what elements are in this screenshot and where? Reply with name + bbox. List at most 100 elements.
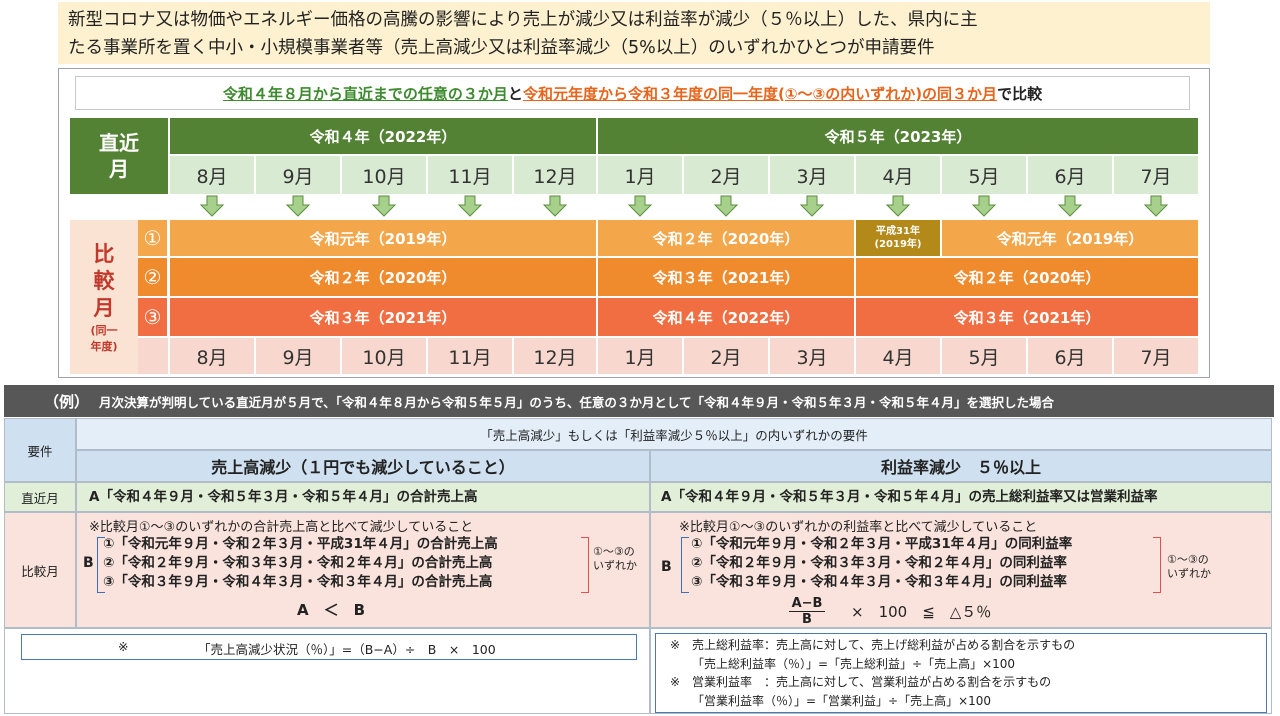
- bottom-month-cell: 7月: [1114, 338, 1198, 374]
- compare-label-char: 月: [93, 295, 115, 320]
- recent-label-2: 月: [109, 157, 129, 181]
- compare-month-label: 比 較 月 (同一 年度): [70, 220, 138, 374]
- row3-period-a: 令和３年（2021年）: [170, 298, 596, 336]
- right-footer-box: ※ 売上総利益率：売上高に対して、売上げ総利益が占める割合を示すもの 「売上総利…: [655, 633, 1267, 713]
- bottom-month-cell: 5月: [942, 338, 1026, 374]
- left-footer-mark: ※: [118, 639, 129, 654]
- recent-label-1: 直近: [99, 131, 139, 155]
- left-header: 売上高減少（１円でも減少していること）: [76, 450, 650, 482]
- row3-period-b: 令和４年（2022年）: [598, 298, 854, 336]
- down-arrows: [199, 195, 1169, 217]
- month-cell: 12月: [514, 156, 596, 194]
- row1-period-c-line2: (2019年): [874, 239, 922, 250]
- intro-line-1: 新型コロナ又は物価やエネルギー価格の高騰の影響により売上が減少又は利益率が減少（…: [68, 10, 978, 30]
- bottom-month-cell: 1月: [598, 338, 682, 374]
- right-compare-item: ①「令和元年９月・令和２年３月・平成31年４月」の同利益率: [691, 536, 1073, 552]
- right-compare-cell: ※比較月①～③のいずれかの利益率と比べて減少していること B ①「令和元年９月・…: [650, 512, 1272, 628]
- right-bracket-open: [681, 537, 689, 593]
- down-arrow-icon: [285, 195, 311, 217]
- compare-label-sub: (同一: [90, 323, 118, 337]
- down-arrow-icon: [1057, 195, 1083, 217]
- left-compare-item: ②「令和２年９月・令和３年３月・令和２年４月」の合計売上高: [103, 555, 493, 571]
- right-header: 利益率減少 ５％以上: [650, 450, 1272, 482]
- right-side-note: ①～③の いずれか: [1167, 553, 1211, 581]
- right-side-note-2: いずれか: [1167, 567, 1211, 580]
- row1-period-b: 令和２年（2020年）: [598, 220, 854, 256]
- bottom-month-cell: 8月: [170, 338, 254, 374]
- fraction-numerator: A−B: [788, 596, 826, 612]
- down-arrow-icon: [713, 195, 739, 217]
- row3-period-c: 令和３年（2021年）: [856, 298, 1198, 336]
- option-1-marker: ①: [138, 220, 168, 256]
- example-label: （例）: [44, 392, 90, 411]
- right-side-note-1: ①～③の: [1167, 553, 1209, 566]
- month-cell: 6月: [1028, 156, 1112, 194]
- left-footer-formula: 「売上高減少状況（％）」=（B−A）÷ B × 100: [198, 642, 496, 657]
- row1-period-a: 令和元年（2019年）: [170, 220, 596, 256]
- left-bracket-close: [581, 537, 589, 593]
- compare-label-sub: 年度): [90, 339, 118, 353]
- down-arrow-icon: [457, 195, 483, 217]
- row1-period-c-line1: 平成31年: [876, 226, 920, 237]
- row1-period-c: 平成31年 (2019年): [856, 220, 940, 256]
- intro-banner: 新型コロナ又は物価やエネルギー価格の高騰の影響により売上が減少又は利益率が減少（…: [58, 2, 1210, 64]
- comparison-connector: と: [507, 84, 523, 103]
- option-2-marker: ②: [138, 258, 168, 296]
- left-recent: A「令和４年９月・令和５年３月・令和５年４月」の合計売上高: [76, 482, 650, 512]
- compare-row-label: 比較月: [4, 512, 76, 628]
- left-footer-box: ※ 「売上高減少状況（％）」=（B−A）÷ B × 100: [21, 634, 637, 660]
- option-3-marker: ③: [138, 298, 168, 336]
- down-arrow-icon: [885, 195, 911, 217]
- right-compare-item: ②「令和２年９月・令和３年３月・令和２年４月」の同利益率: [691, 555, 1067, 571]
- bottom-month-cell: 4月: [856, 338, 940, 374]
- right-compare-item: ③「令和３年９月・令和４年３月・令和３年４月」の同利益率: [691, 574, 1067, 590]
- down-arrow-icon: [199, 195, 225, 217]
- right-footer-line: 「営業利益率（％）」=「営業利益」÷「売上高」×100: [692, 693, 992, 708]
- right-b-label: B: [661, 559, 672, 575]
- right-footer-line: ※ 営業利益率 ：売上高に対して、営業利益が占める割合を示すもの: [670, 675, 1052, 689]
- month-cell: 11月: [428, 156, 512, 194]
- right-footer-line: 「売上総利益率（％）」=「売上総利益」÷「売上高」×100: [692, 656, 1016, 671]
- right-recent: A「令和４年９月・令和５年３月・令和５年４月」の売上総利益率又は営業利益率: [650, 482, 1272, 512]
- down-arrow-icon: [799, 195, 825, 217]
- recent-row-label: 直近月: [4, 482, 76, 512]
- down-arrow-icon: [371, 195, 397, 217]
- comparison-base-text: 令和元年度から令和３年度の同一年度(①～③の内いずれか)の同３か月: [522, 84, 998, 103]
- left-compare-item: ①「令和元年９月・令和２年３月・平成31年４月」の合計売上高: [103, 536, 498, 552]
- comparison-suffix: で比較: [997, 84, 1043, 103]
- left-compare-item: ③「令和３年９月・令和４年３月・令和３年４月」の合計売上高: [103, 574, 493, 590]
- right-footer-cell: ※ 売上総利益率：売上高に対して、売上げ総利益が占める割合を示すもの 「売上総利…: [650, 628, 1272, 714]
- example-text: 月次決算が判明している直近月が５月で、「令和４年８月から令和５年５月」のうち、任…: [99, 394, 1055, 410]
- left-footer-cell: ※ 「売上高減少状況（％）」=（B−A）÷ B × 100: [4, 628, 650, 714]
- month-cell: 8月: [170, 156, 254, 194]
- intro-line-2: たる事業所を置く中小・小規模事業者等（売上高減少又は利益率減少（5%以上）のいず…: [68, 38, 935, 58]
- bottom-month-cell: 3月: [770, 338, 854, 374]
- req-header: 「売上高減少」もしくは「利益率減少５％以上」の内いずれかの要件: [76, 418, 1272, 450]
- year-2022-header: 令和４年（2022年）: [170, 118, 596, 154]
- left-compare-note: ※比較月①～③のいずれかの合計売上高と比べて減少していること: [89, 520, 474, 535]
- bottom-month-cell: 2月: [684, 338, 768, 374]
- comparison-recent-text: 令和４年８月から直近までの任意の３か月: [222, 84, 508, 103]
- compare-label-char: 比: [93, 241, 115, 266]
- down-arrow-icon: [542, 195, 568, 217]
- example-bar: （例） 月次決算が判明している直近月が５月で、「令和４年８月から令和５年５月」の…: [4, 385, 1274, 417]
- bottom-month-spacer: [138, 338, 168, 374]
- month-cell: 7月: [1114, 156, 1198, 194]
- month-cell: 5月: [942, 156, 1026, 194]
- month-cell: 4月: [856, 156, 940, 194]
- row2-period-c: 令和２年（2020年）: [856, 258, 1198, 296]
- right-formula: × 100 ≦ △５％: [851, 603, 992, 621]
- left-compare-cell: ※比較月①～③のいずれかの合計売上高と比べて減少していること B ①「令和元年９…: [76, 512, 650, 628]
- bottom-month-cell: 9月: [256, 338, 340, 374]
- bottom-month-cell: 12月: [514, 338, 596, 374]
- left-b-label: B: [83, 555, 94, 571]
- right-fraction: A−B B: [785, 596, 829, 627]
- left-side-note-1: ①～③の: [593, 545, 635, 558]
- bottom-month-cell: 6月: [1028, 338, 1112, 374]
- down-arrow-icon: [627, 195, 653, 217]
- comparison-title: 令和４年８月から直近までの任意の３か月 と 令和元年度から令和３年度の同一年度(…: [75, 76, 1190, 110]
- month-cell: 9月: [256, 156, 340, 194]
- req-label: 要件: [4, 418, 76, 482]
- right-compare-note: ※比較月①～③のいずれかの利益率と比べて減少していること: [679, 520, 1038, 535]
- right-bracket-close: [1153, 537, 1161, 593]
